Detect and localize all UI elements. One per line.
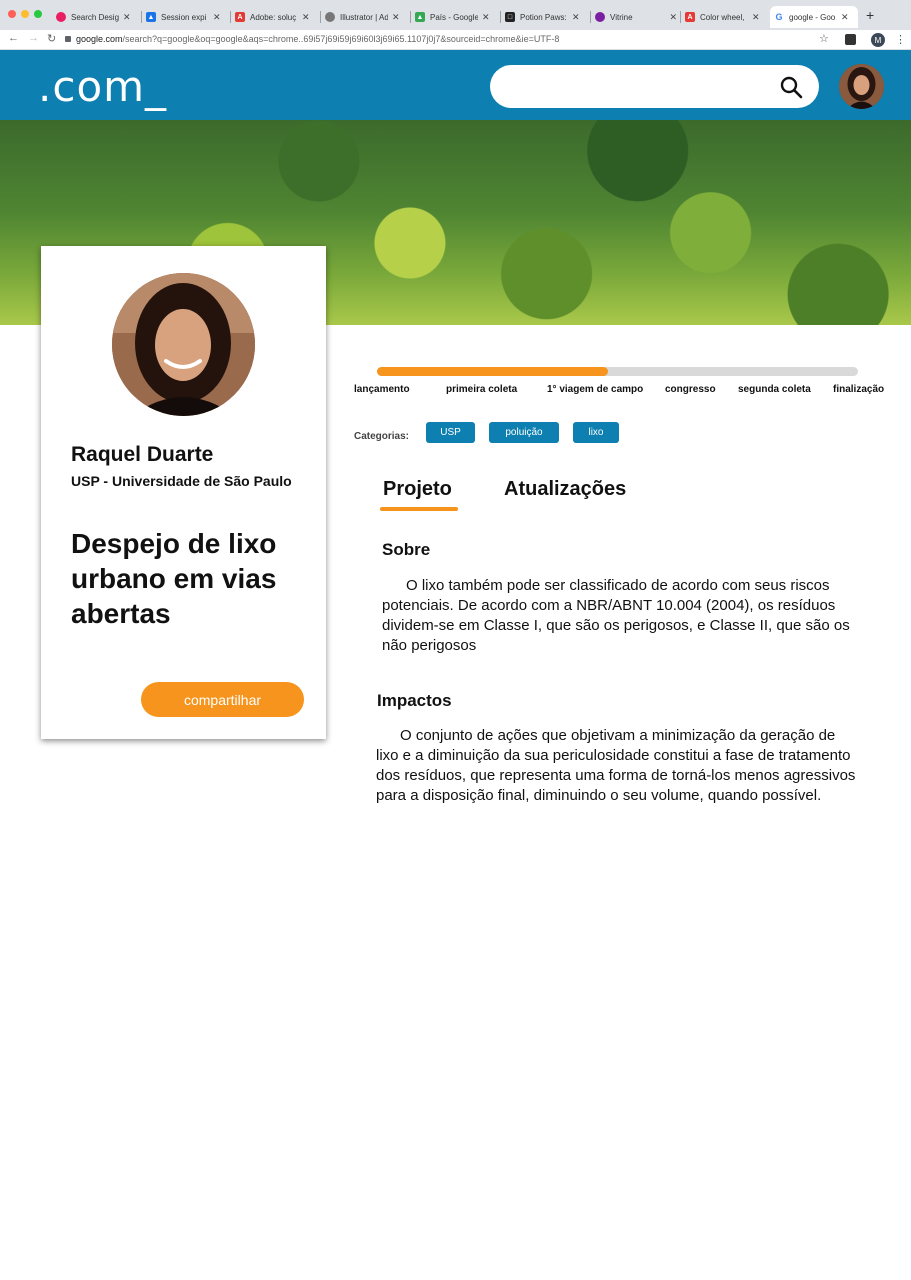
browser-tab[interactable]: ▲ Session expi ✕ bbox=[142, 6, 228, 28]
tab-title: Search Desig bbox=[71, 12, 119, 22]
about-text: O lixo também pode ser classificado de a… bbox=[382, 577, 850, 654]
browser-tab-active[interactable]: G google - Goo ✕ bbox=[770, 6, 858, 28]
project-progress-bar bbox=[377, 367, 858, 376]
share-button[interactable]: compartilhar bbox=[141, 682, 304, 717]
browser-tab[interactable]: Vitrine ✕ bbox=[591, 6, 677, 28]
browser-tab[interactable]: Illustrator | Ad ✕ bbox=[321, 6, 407, 28]
extension-icon[interactable] bbox=[845, 34, 856, 45]
about-heading: Sobre bbox=[382, 540, 431, 559]
tab-favicon-icon: A bbox=[685, 12, 695, 22]
browser-tab[interactable]: A Color wheel, ✕ bbox=[681, 6, 767, 28]
tab-title: País - Google bbox=[430, 12, 478, 22]
project-title: Despejo de lixo urbano em vias abertas bbox=[71, 528, 277, 629]
search-input[interactable] bbox=[490, 65, 819, 108]
tab-title: google - Goo bbox=[789, 12, 836, 22]
milestone-label: segunda coleta bbox=[738, 384, 811, 395]
tab-favicon-icon bbox=[56, 12, 66, 22]
browser-tab[interactable]: A Adobe: soluç ✕ bbox=[231, 6, 317, 28]
lock-icon bbox=[65, 36, 71, 42]
milestone-label: 1° viagem de campo bbox=[547, 384, 644, 395]
close-window-button[interactable] bbox=[8, 10, 16, 18]
milestone-label: finalização bbox=[833, 384, 885, 395]
tab-title: Vitrine bbox=[610, 12, 633, 22]
close-tab-icon[interactable]: ✕ bbox=[752, 12, 760, 23]
close-tab-icon[interactable]: ✕ bbox=[669, 12, 677, 23]
back-arrow-icon[interactable]: ← bbox=[8, 32, 19, 44]
reload-icon[interactable]: ↻ bbox=[47, 32, 56, 45]
category-tag[interactable]: USP bbox=[426, 422, 475, 443]
url-domain: google.com bbox=[76, 34, 123, 44]
tab-favicon-icon: □ bbox=[505, 12, 515, 22]
minimize-window-button[interactable] bbox=[21, 10, 29, 18]
search-icon[interactable] bbox=[779, 75, 803, 99]
active-tab-indicator bbox=[380, 507, 458, 511]
tab-updates[interactable]: Atualizações bbox=[504, 478, 626, 501]
tab-favicon-icon: ▲ bbox=[146, 12, 156, 22]
categories-label: Categorias: bbox=[354, 431, 410, 442]
tab-favicon-icon bbox=[595, 12, 605, 22]
close-tab-icon[interactable]: ✕ bbox=[123, 12, 131, 23]
milestone-label: lançamento bbox=[354, 384, 410, 395]
researcher-name: Raquel Duarte bbox=[71, 443, 214, 466]
address-bar: ← → ↻ google.com/search?q=google&oq=goog… bbox=[0, 30, 911, 50]
researcher-photo-image bbox=[112, 273, 255, 416]
researcher-institution: USP - Universidade de São Paulo bbox=[71, 473, 292, 489]
browser-tab[interactable]: □ Potion Paws: ✕ bbox=[501, 6, 587, 28]
category-tag[interactable]: poluição bbox=[489, 422, 559, 443]
close-tab-icon[interactable]: ✕ bbox=[392, 12, 400, 23]
tab-favicon-icon: A bbox=[235, 12, 245, 22]
browser-tab-strip: Search Desig ✕ ▲ Session expi ✕ A Adobe:… bbox=[0, 0, 911, 30]
profile-initial: M bbox=[874, 35, 882, 45]
browser-profile-avatar[interactable]: M bbox=[871, 33, 885, 47]
forward-arrow-icon[interactable]: → bbox=[28, 32, 39, 44]
milestone-label: congresso bbox=[665, 384, 716, 395]
tab-title: Color wheel, bbox=[700, 12, 745, 22]
user-avatar-image bbox=[839, 64, 884, 109]
site-header: .com_ bbox=[0, 50, 911, 120]
tab-project[interactable]: Projeto bbox=[383, 478, 452, 501]
browser-tab[interactable]: Search Desig ✕ bbox=[52, 6, 138, 28]
tab-favicon-icon bbox=[325, 12, 335, 22]
user-avatar[interactable] bbox=[839, 64, 884, 109]
progress-bar-fill bbox=[377, 367, 608, 376]
impacts-heading: Impactos bbox=[377, 691, 452, 710]
close-tab-icon[interactable]: ✕ bbox=[302, 12, 310, 23]
google-favicon-icon: G bbox=[774, 12, 784, 22]
tab-title: Illustrator | Ad bbox=[340, 12, 388, 22]
bookmark-star-icon[interactable]: ☆ bbox=[819, 32, 829, 45]
close-tab-icon[interactable]: ✕ bbox=[841, 12, 849, 23]
close-tab-icon[interactable]: ✕ bbox=[213, 12, 221, 23]
maximize-window-button[interactable] bbox=[34, 10, 42, 18]
url-field[interactable]: google.com/search?q=google&oq=google&aqs… bbox=[76, 34, 559, 44]
milestone-label: primeira coleta bbox=[446, 384, 518, 395]
browser-tab[interactable]: ▲ País - Google ✕ bbox=[411, 6, 497, 28]
category-tag[interactable]: lixo bbox=[573, 422, 619, 443]
close-tab-icon[interactable]: ✕ bbox=[572, 12, 580, 23]
url-path: /search?q=google&oq=google&aqs=chrome..6… bbox=[122, 34, 560, 44]
new-tab-button[interactable]: + bbox=[866, 7, 874, 23]
researcher-photo bbox=[112, 273, 255, 416]
site-logo[interactable]: .com_ bbox=[38, 62, 167, 111]
tab-title: Potion Paws: bbox=[520, 12, 567, 22]
tab-title: Session expi bbox=[161, 12, 207, 22]
tab-title: Adobe: soluç bbox=[250, 12, 297, 22]
profile-card: Raquel Duarte USP - Universidade de São … bbox=[41, 246, 326, 739]
impacts-text: O conjunto de ações que objetivam a mini… bbox=[376, 727, 856, 804]
browser-menu-icon[interactable]: ⋮ bbox=[895, 33, 906, 46]
tab-favicon-icon: ▲ bbox=[415, 12, 425, 22]
close-tab-icon[interactable]: ✕ bbox=[482, 12, 490, 23]
